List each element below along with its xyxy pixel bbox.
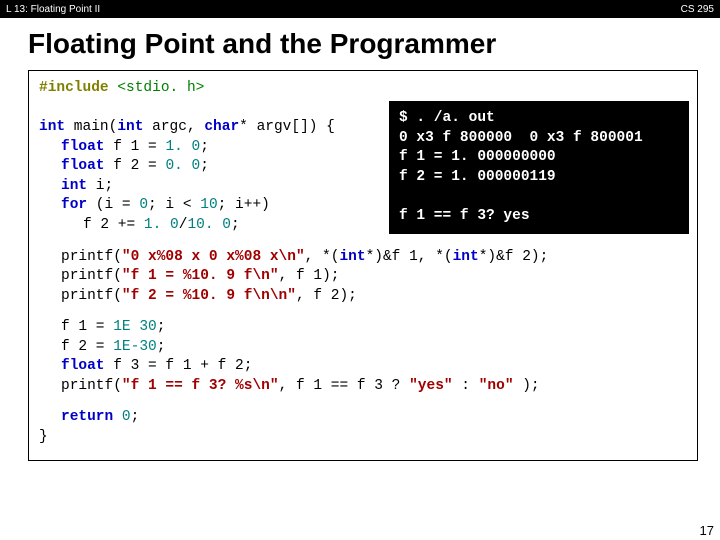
f1-val: 1. 0 bbox=[165, 139, 200, 155]
a2-n: 1E-30 bbox=[113, 339, 157, 355]
p1-s: "0 x%08 x 0 x%08 x\n" bbox=[122, 249, 305, 265]
sig-end: * argv[]) { bbox=[239, 119, 335, 135]
kw-float3: float bbox=[61, 358, 105, 374]
p2-b: , f 1); bbox=[279, 268, 340, 284]
for-n2: 10 bbox=[200, 197, 217, 213]
p1-b: , *( bbox=[305, 249, 340, 265]
f2-decl: f 2 = bbox=[105, 158, 166, 174]
kw-return: return bbox=[61, 409, 113, 425]
lecture-label: L 13: Floating Point II bbox=[6, 4, 100, 15]
p4-s2: "yes" bbox=[409, 378, 453, 394]
p4-s: "f 1 == f 3? %s\n" bbox=[122, 378, 279, 394]
for-n1: 0 bbox=[139, 197, 148, 213]
f1-decl: f 1 = bbox=[105, 139, 166, 155]
p1-k2: int bbox=[453, 249, 479, 265]
kw-char: char bbox=[204, 119, 239, 135]
p3-a: printf( bbox=[61, 288, 122, 304]
p1-c: *)&f 1, *( bbox=[366, 249, 453, 265]
p4-d: ); bbox=[514, 378, 540, 394]
for-c: ; i++) bbox=[218, 197, 270, 213]
include-header: <stdio. h> bbox=[109, 80, 205, 96]
i-decl: i; bbox=[87, 178, 113, 194]
header-bar: L 13: Floating Point II CS 295 bbox=[0, 0, 720, 18]
kw-float2: float bbox=[61, 158, 105, 174]
for-b: ; i < bbox=[148, 197, 200, 213]
p4-b: , f 1 == f 3 ? bbox=[279, 378, 410, 394]
close-brace: } bbox=[39, 428, 687, 448]
p1-d: *)&f 2); bbox=[479, 249, 549, 265]
kw-int3: int bbox=[61, 178, 87, 194]
p2-s: "f 1 = %10. 9 f\n" bbox=[122, 268, 279, 284]
course-label: CS 295 bbox=[681, 4, 714, 15]
ret-n: 0 bbox=[122, 409, 131, 425]
sig-mid: argc, bbox=[143, 119, 204, 135]
kw-int2: int bbox=[117, 119, 143, 135]
p4-c: : bbox=[453, 378, 479, 394]
p2-a: printf( bbox=[61, 268, 122, 284]
kw-int: int bbox=[39, 119, 65, 135]
a1-n: 1E 30 bbox=[113, 319, 157, 335]
p4-s3: "no" bbox=[479, 378, 514, 394]
sig-name: main( bbox=[65, 119, 117, 135]
kw-float1: float bbox=[61, 139, 105, 155]
accum-n1: 1. 0 bbox=[144, 217, 179, 233]
p4-a: printf( bbox=[61, 378, 122, 394]
page-number: 17 bbox=[700, 523, 714, 538]
p1-a: printf( bbox=[61, 249, 122, 265]
a1: f 1 = bbox=[61, 319, 113, 335]
accum-n2: 10. 0 bbox=[187, 217, 231, 233]
page-title: Floating Point and the Programmer bbox=[28, 28, 720, 60]
p1-k: int bbox=[339, 249, 365, 265]
f2-val: 0. 0 bbox=[165, 158, 200, 174]
f3-decl: f 3 = f 1 + f 2; bbox=[105, 358, 253, 374]
a2: f 2 = bbox=[61, 339, 113, 355]
p3-s: "f 2 = %10. 9 f\n\n" bbox=[122, 288, 296, 304]
terminal-output: $ . /a. out 0 x3 f 800000 0 x3 f 800001 … bbox=[389, 101, 689, 234]
kw-for: for bbox=[61, 197, 87, 213]
code-block: #include <stdio. h> int main(int argc, c… bbox=[28, 70, 698, 461]
for-a: (i = bbox=[87, 197, 139, 213]
accum-a: f 2 += bbox=[83, 217, 144, 233]
include-directive: #include bbox=[39, 80, 109, 96]
p3-b: , f 2); bbox=[296, 288, 357, 304]
